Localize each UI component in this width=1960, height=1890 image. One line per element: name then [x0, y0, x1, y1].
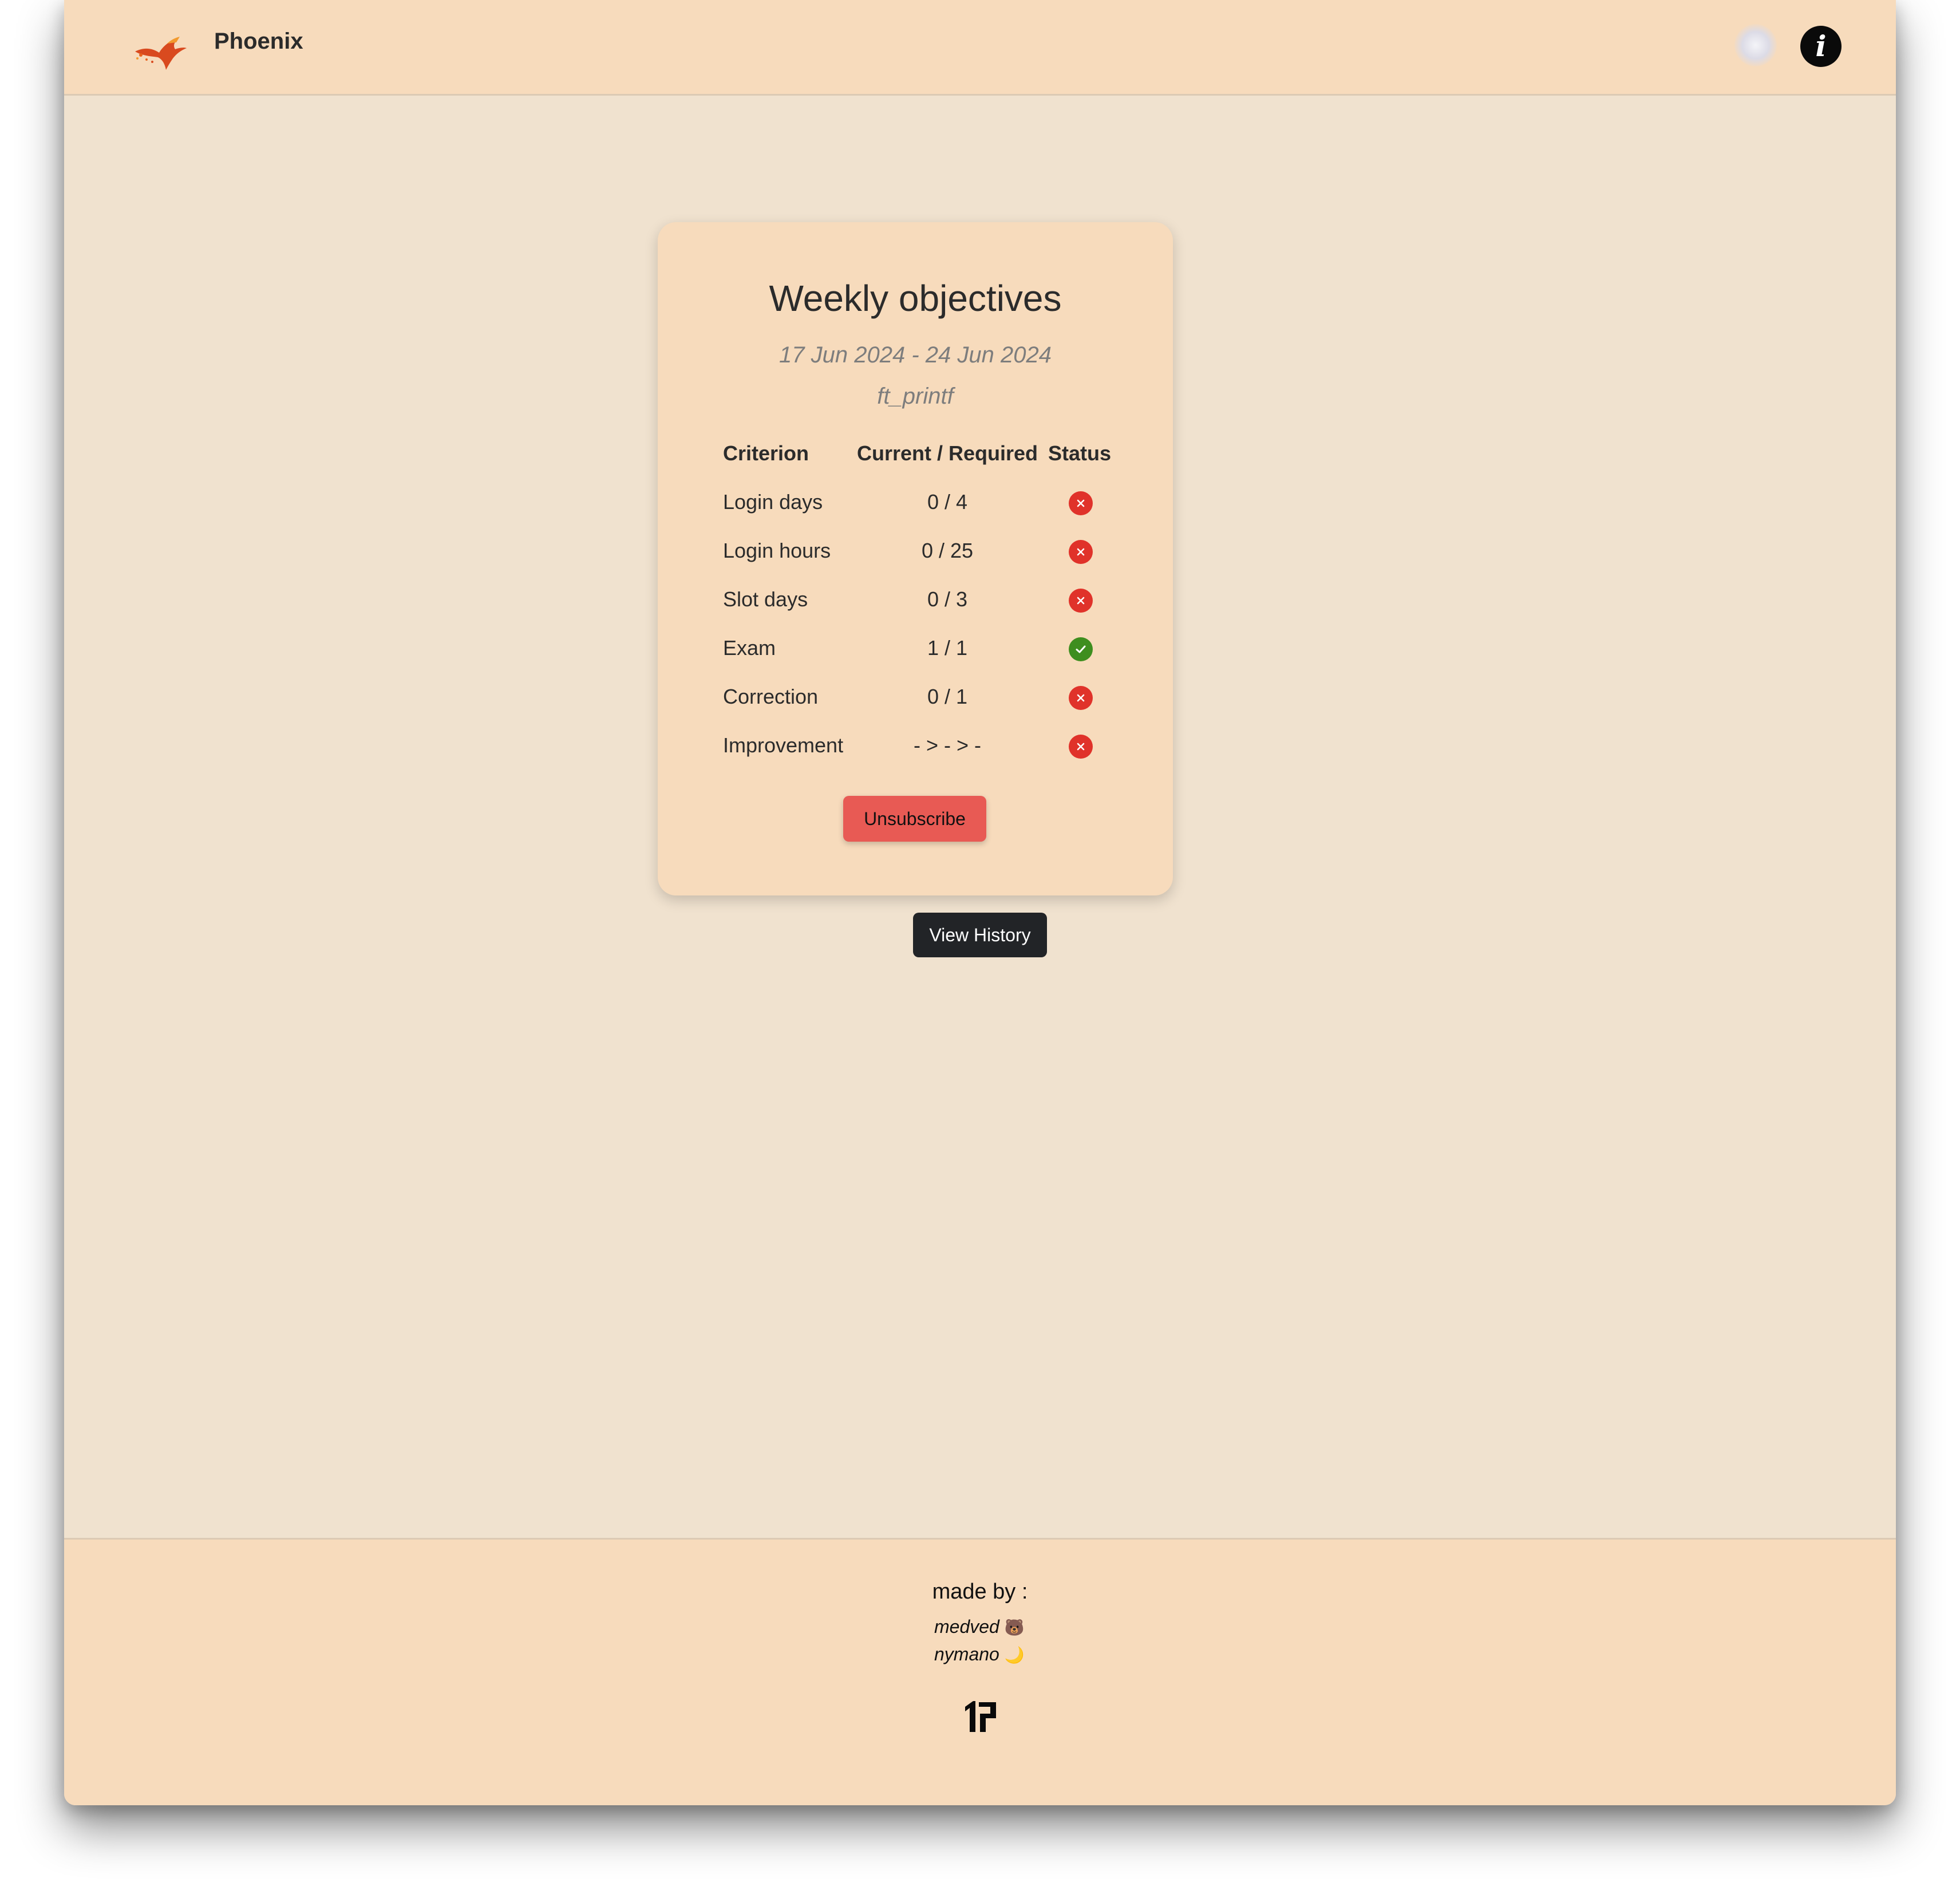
criterion-label: Login hours: [723, 539, 831, 562]
project-name: ft_printf: [877, 384, 954, 409]
navbar: Phoenix i: [64, 0, 1896, 96]
criterion-label: Improvement: [723, 733, 844, 757]
brand-title[interactable]: Phoenix: [214, 29, 303, 54]
made-by-label: made by :: [932, 1580, 1028, 1604]
objectives-card: Weekly objectives 17 Jun 2024 - 24 Jun 2…: [658, 222, 1173, 895]
status-cell: [1069, 540, 1093, 564]
status-cell: [1069, 491, 1093, 515]
criterion-label: Login days: [723, 490, 823, 514]
fail-icon: [1069, 686, 1093, 710]
bear-icon: 🐻: [1004, 1619, 1025, 1636]
phoenix-logo-icon[interactable]: [133, 30, 188, 71]
header-criterion: Criterion: [723, 441, 809, 465]
status-cell: [1069, 686, 1093, 710]
user-avatar[interactable]: [1734, 24, 1777, 66]
school-19-logo-icon[interactable]: [962, 1699, 999, 1733]
fail-icon: [1069, 735, 1093, 759]
author-medved[interactable]: medved 🐻: [934, 1616, 1025, 1638]
author-nymano[interactable]: nymano 🌙: [934, 1644, 1025, 1665]
criterion-value: 0 / 1: [927, 685, 968, 708]
criterion-label: Correction: [723, 685, 819, 708]
criterion-value: - > - > -: [913, 733, 982, 757]
fail-icon: [1069, 589, 1093, 613]
author-name: nymano: [934, 1644, 999, 1664]
criterion-value: 0 / 3: [927, 587, 968, 611]
fail-icon: [1069, 540, 1093, 564]
app-window: Phoenix i Weekly objectives 17 Jun 2024 …: [64, 0, 1896, 1805]
date-range: 17 Jun 2024 - 24 Jun 2024: [779, 342, 1052, 368]
header-status: Status: [1048, 441, 1112, 465]
check-icon: [1069, 637, 1093, 661]
footer: made by : medved 🐻 nymano 🌙: [64, 1538, 1896, 1805]
fail-icon: [1069, 491, 1093, 515]
status-cell: [1069, 589, 1093, 613]
criterion-value: 0 / 25: [921, 539, 974, 562]
header-current-required: Current / Required: [857, 441, 1038, 465]
moon-icon: 🌙: [1004, 1646, 1025, 1664]
info-button[interactable]: i: [1800, 26, 1842, 67]
status-cell: [1069, 735, 1093, 759]
status-cell: [1069, 637, 1093, 661]
unsubscribe-button[interactable]: Unsubscribe: [843, 796, 986, 842]
criterion-label: Exam: [723, 636, 776, 660]
criterion-label: Slot days: [723, 587, 808, 611]
card-title: Weekly objectives: [769, 278, 1062, 319]
author-name: medved: [934, 1616, 999, 1637]
criterion-value: 1 / 1: [927, 636, 968, 660]
criterion-value: 0 / 4: [927, 490, 968, 514]
view-history-button[interactable]: View History: [913, 913, 1047, 957]
info-icon: i: [1815, 29, 1827, 63]
